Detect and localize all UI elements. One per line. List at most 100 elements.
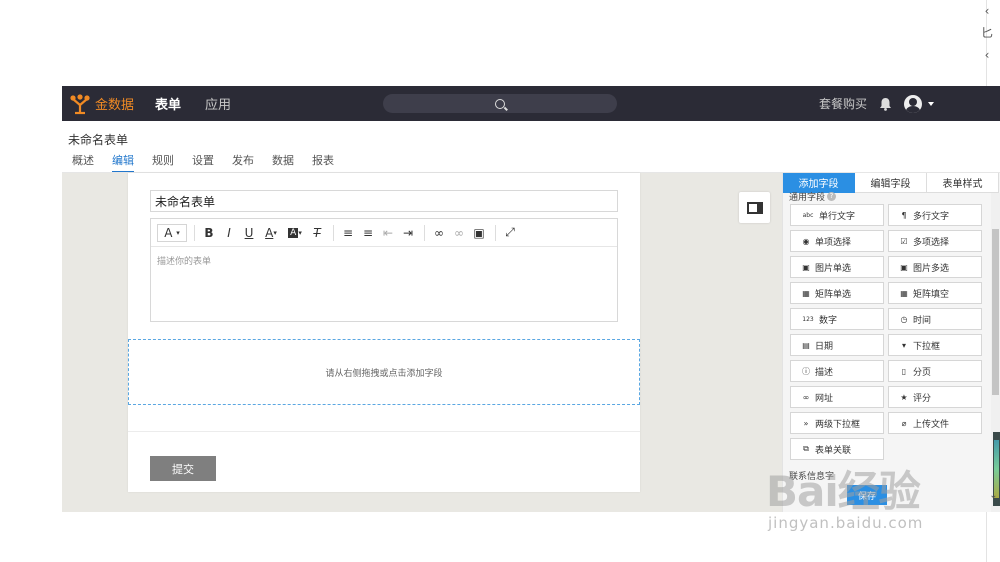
description-textarea[interactable]: 描述你的表单: [151, 247, 617, 274]
field-button[interactable]: abc 单行文字: [790, 204, 884, 226]
edge-collapse-icon[interactable]: ‹: [980, 44, 994, 66]
field-type-icon: ★: [900, 392, 908, 402]
field-type-icon: »: [803, 418, 809, 428]
field-label: 分页: [913, 367, 932, 378]
toolbar-separator: [495, 224, 496, 241]
tab-data[interactable]: 数据: [262, 153, 302, 173]
field-type-icon: ⓘ: [802, 366, 810, 376]
indent-icon[interactable]: ⇥: [399, 224, 417, 242]
field-label: 两级下拉框: [815, 419, 861, 430]
nav-forms[interactable]: 表单: [155, 94, 205, 113]
unordered-list-icon[interactable]: ≡: [359, 224, 377, 242]
field-button[interactable]: ¶ 多行文字: [888, 204, 982, 226]
field-button[interactable]: » 两级下拉框: [790, 412, 884, 434]
field-button[interactable]: ⌀ 上传文件: [888, 412, 982, 434]
scrollbar-thumb[interactable]: [992, 229, 999, 395]
tab-reports[interactable]: 报表: [302, 153, 342, 173]
field-button[interactable]: ∞ 网址: [790, 386, 884, 408]
clear-format-icon[interactable]: T: [308, 224, 326, 242]
field-button[interactable]: ★ 评分: [888, 386, 982, 408]
description-editor: A ▾ B I U A ▾ A ▾ T ≡ ≡ ⇤ ⇥ ∞ ∞ ▣ ⤢ 描述你的…: [150, 218, 618, 322]
brand-logo[interactable]: 金数据: [69, 93, 155, 115]
watermark-url: jingyan.baidu.com: [768, 514, 924, 532]
bell-icon[interactable]: [879, 97, 892, 111]
field-label: 时间: [913, 315, 932, 326]
field-dropzone[interactable]: 请从右侧拖拽或点击添加字段: [128, 339, 640, 405]
field-label: 单项选择: [815, 237, 852, 248]
app-window: 金数据 表单 应用 套餐购买 未命名表单 概述 编辑 规则 设置 发布 数据 报…: [62, 86, 1000, 512]
field-button[interactable]: ▣ 图片单选: [790, 256, 884, 278]
brand-name: 金数据: [95, 98, 135, 113]
field-button[interactable]: ▦ 矩阵单选: [790, 282, 884, 304]
search-input[interactable]: [383, 94, 617, 113]
tab-edit[interactable]: 编辑: [102, 153, 142, 173]
field-type-icon: ◷: [900, 314, 908, 324]
field-button[interactable]: ◉ 单项选择: [790, 230, 884, 252]
field-button[interactable]: ⓘ 描述: [790, 360, 884, 382]
ordered-list-icon[interactable]: ≡: [339, 224, 357, 242]
panel-toggle-button[interactable]: [739, 192, 770, 223]
form-title-input[interactable]: [150, 190, 618, 212]
link-icon[interactable]: ∞: [430, 224, 448, 242]
field-type-icon: ☑: [900, 236, 908, 246]
field-label: 矩阵单选: [815, 289, 852, 300]
italic-icon[interactable]: I: [220, 224, 238, 242]
watermark-brand: Bai经验: [766, 467, 921, 516]
field-type-icon: ▣: [802, 262, 810, 272]
field-type-icon: ▯: [901, 366, 907, 376]
field-type-icon: ▾: [901, 340, 906, 350]
chevron-down-icon[interactable]: ⌄: [987, 490, 1000, 501]
font-size-icon[interactable]: A ▾: [157, 223, 187, 242]
field-type-icon: abc: [802, 211, 814, 219]
field-button[interactable]: ▤ 日期: [790, 334, 884, 356]
baidu-watermark: Bai经验 jingyan.baidu.com: [760, 458, 960, 548]
field-label: 描述: [815, 367, 834, 378]
form-card: A ▾ B I U A▾ A▾ T ≡ ≡ ⇤ ⇥ ∞ ∞ ▣: [128, 173, 640, 492]
edge-back-icon[interactable]: ‹: [980, 0, 994, 22]
tab-edit-field[interactable]: 编辑字段: [855, 173, 927, 193]
underline-icon[interactable]: U: [240, 224, 258, 242]
field-button[interactable]: 123 数字: [790, 308, 884, 330]
field-label: 矩阵填空: [913, 289, 950, 300]
field-type-icon: ∞: [802, 392, 810, 402]
help-icon[interactable]: ?: [827, 192, 837, 201]
field-button[interactable]: ▯ 分页: [888, 360, 982, 382]
plan-purchase-link[interactable]: 套餐购买: [819, 95, 867, 112]
chevron-down-icon[interactable]: [928, 101, 934, 106]
field-button[interactable]: ▾ 下拉框: [888, 334, 982, 356]
toolbar-separator: [333, 224, 334, 241]
tab-overview[interactable]: 概述: [62, 153, 102, 173]
field-type-icon: ▦: [900, 288, 908, 298]
field-button[interactable]: ☑ 多项选择: [888, 230, 982, 252]
image-icon[interactable]: ▣: [470, 224, 488, 242]
field-label: 网址: [815, 393, 834, 404]
toolbar-separator: [194, 224, 195, 241]
top-navbar: 金数据 表单 应用 套餐购买: [62, 86, 1000, 121]
field-label: 图片多选: [913, 263, 950, 274]
tab-rules[interactable]: 规则: [142, 153, 182, 173]
field-button[interactable]: ⧉ 表单关联: [790, 438, 884, 460]
search-icon: [495, 98, 505, 109]
field-button[interactable]: ▣ 图片多选: [888, 256, 982, 278]
unlink-icon[interactable]: ∞: [450, 224, 468, 242]
field-label: 图片单选: [815, 263, 852, 274]
card-divider: [128, 431, 640, 432]
tab-publish[interactable]: 发布: [222, 153, 262, 173]
font-color-icon[interactable]: A ▾: [260, 224, 282, 242]
tab-settings[interactable]: 设置: [182, 153, 222, 173]
field-button[interactable]: ▦ 矩阵填空: [888, 282, 982, 304]
tab-form-style[interactable]: 表单样式: [927, 173, 999, 193]
field-label: 多行文字: [913, 211, 950, 222]
bold-icon[interactable]: B: [200, 224, 218, 242]
navbar-right: 套餐购买: [819, 86, 934, 121]
editor-toolbar: A ▾ B I U A ▾ A ▾ T ≡ ≡ ⇤ ⇥ ∞ ∞ ▣ ⤢: [151, 219, 617, 247]
field-label: 表单关联: [815, 445, 852, 456]
outdent-icon[interactable]: ⇤: [379, 224, 397, 242]
toolbar-separator: [424, 224, 425, 241]
avatar[interactable]: [904, 94, 922, 113]
field-button[interactable]: ◷ 时间: [888, 308, 982, 330]
submit-button[interactable]: 提交: [150, 456, 216, 481]
bg-color-icon[interactable]: A ▾: [284, 224, 306, 242]
fullscreen-icon[interactable]: ⤢: [501, 224, 519, 242]
nav-apps[interactable]: 应用: [205, 94, 231, 113]
